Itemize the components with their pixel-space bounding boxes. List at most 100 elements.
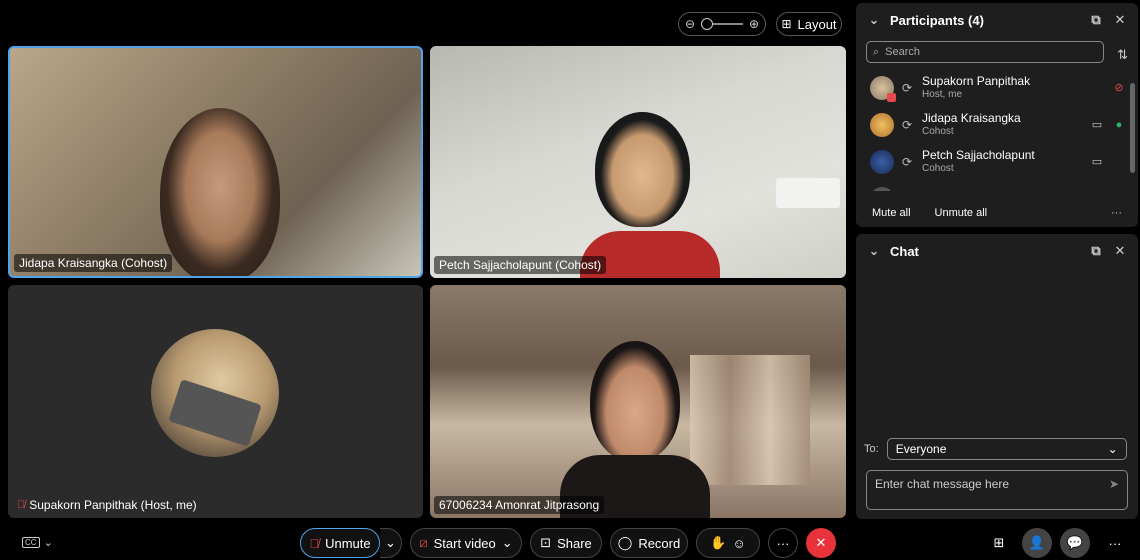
mute-all-button[interactable]: Mute all (872, 207, 911, 219)
participant-role: Cohost (922, 125, 954, 137)
avatar (870, 75, 896, 102)
emoji-reaction-icon[interactable]: ☺ (732, 536, 745, 551)
collapse-chevron-icon[interactable]: ⌄ (866, 12, 882, 28)
close-icon: ✕ (815, 535, 827, 550)
participant-name: Jidapa Kraisangka (Cohost) (19, 256, 168, 270)
name-tag: Petch Sajjacholapunt (Cohost) (434, 256, 607, 274)
scrollbar-thumb[interactable] (1130, 83, 1135, 173)
close-icon[interactable]: ✕ (1112, 12, 1128, 28)
participant-row[interactable] (856, 180, 1138, 191)
share-button[interactable]: ⊡ Share (530, 528, 602, 558)
participant-video (595, 112, 690, 227)
captions-control[interactable]: CC ⌄ (22, 536, 53, 549)
record-button[interactable]: ◯ Record (610, 528, 688, 558)
participant-role: Host, me (922, 88, 963, 100)
chevron-down-icon: ⌄ (1107, 442, 1118, 456)
chevron-down-icon: ⌄ (385, 535, 396, 550)
chat-panel: ⌄ Chat ⧉ ✕ To: Everyone ⌄ Enter chat mes… (856, 234, 1138, 519)
participant-row[interactable]: ⟳ Petch Sajjacholapunt Cohost ▭ (856, 143, 1138, 180)
reactions-group: ✋ ☺ (696, 528, 760, 558)
end-call-button[interactable]: ✕ (806, 528, 836, 558)
recipient-select[interactable]: Everyone ⌄ (886, 438, 1127, 460)
chat-recipient-row: To: Everyone ⌄ (864, 438, 1127, 460)
chat-bubble-icon: 💬 (1066, 535, 1084, 550)
unmute-button[interactable]: 🎙̸ Unmute (300, 528, 380, 558)
zoom-slider[interactable] (701, 18, 743, 30)
chat-message-input[interactable]: Enter chat message here ➤ (866, 470, 1128, 510)
popout-icon[interactable]: ⧉ (1088, 12, 1104, 28)
start-video-button[interactable]: ⧄ Start video ⌄ (410, 528, 522, 558)
participants-button[interactable]: 👤 (1022, 528, 1052, 558)
more-options-icon: ··· (776, 535, 790, 551)
apps-grid-icon: ⊞ (993, 535, 1005, 550)
muted-mic-icon: 🎙̸ (309, 535, 320, 551)
participants-title: Participants (4) (890, 12, 984, 28)
participant-scrollbar[interactable] (1130, 75, 1135, 195)
chevron-down-icon: ⌄ (501, 535, 513, 550)
layout-button[interactable]: ⊞ Layout (776, 12, 842, 36)
participant-name: Petch Sajjacholapunt (Cohost) (439, 258, 602, 272)
zoom-in-icon[interactable]: ⊕ (749, 17, 759, 31)
more-options-button[interactable]: ··· (768, 528, 798, 558)
participant-name: Petch Sajjacholapunt (922, 148, 1035, 163)
participant-row[interactable]: ⟳ Supakorn Panpithak Host, me ⊘ (856, 69, 1138, 106)
more-options-icon[interactable]: ··· (1111, 207, 1122, 219)
search-placeholder: Search (885, 46, 921, 58)
sort-icon[interactable]: ⇅ (1117, 47, 1128, 63)
participants-panel: ⌄ Participants (4) ⧉ ✕ ⌕ Search ⇅ ⟳ Supa… (856, 3, 1138, 227)
zoom-out-icon[interactable]: ⊖ (685, 17, 695, 31)
collapse-chevron-icon[interactable]: ⌄ (866, 243, 882, 259)
layout-label: Layout (797, 16, 837, 32)
name-tag: Jidapa Kraisangka (Cohost) (14, 254, 173, 272)
video-tile-supakorn[interactable]: 🎙̸ Supakorn Panpithak (Host, me) (8, 285, 423, 518)
participant-name: Jidapa Kraisangka (922, 111, 1021, 126)
recipient-value: Everyone (895, 442, 947, 456)
chat-button[interactable]: 💬 (1060, 528, 1090, 558)
participant-actions: Mute all Unmute all ··· (856, 207, 1138, 219)
participant-search-input[interactable]: ⌕ Search (866, 41, 1104, 63)
video-camera-icon[interactable]: ▭ (1090, 155, 1104, 168)
participant-name: 67006234 Amonrat Jitprasong (439, 498, 600, 512)
laptop-shape (168, 379, 262, 447)
to-label: To: (864, 443, 879, 455)
start-video-label: Start video (433, 535, 496, 551)
avatar (870, 149, 894, 174)
sync-icon: ⟳ (902, 117, 913, 132)
video-camera-icon[interactable]: ▭ (1090, 118, 1104, 131)
muted-mic-icon[interactable]: ⊘ (1112, 81, 1126, 94)
name-tag: 🎙̸ Supakorn Panpithak (Host, me) (12, 496, 202, 514)
video-tile-jidapa[interactable]: Jidapa Kraisangka (Cohost) (8, 46, 423, 278)
closed-captions-icon: CC (22, 537, 40, 548)
zoom-slider-knob[interactable] (701, 18, 714, 30)
unmute-all-button[interactable]: Unmute all (935, 207, 988, 219)
muted-mic-icon: 🎙̸ (17, 499, 26, 511)
apps-button[interactable]: ⊞ (984, 528, 1014, 558)
unmute-label: Unmute (325, 535, 371, 551)
participant-list: ⟳ Supakorn Panpithak Host, me ⊘ ⟳ Jidapa … (856, 69, 1138, 191)
search-icon: ⌕ (873, 45, 880, 58)
video-off-icon: ⧄ (419, 535, 428, 550)
popout-icon[interactable]: ⧉ (1088, 243, 1104, 259)
participants-header: ⌄ Participants (4) ⧉ ✕ (856, 3, 1138, 37)
video-tile-amonrat[interactable]: 67006234 Amonrat Jitprasong (430, 285, 846, 518)
participant-name: Supakorn Panpithak (Host, me) (29, 498, 197, 512)
participant-name: Supakorn Panpithak (922, 74, 1031, 89)
sync-icon: ⟳ (902, 80, 913, 95)
grid-icon: ⊞ (781, 17, 792, 31)
avatar-cat-image (151, 329, 279, 457)
send-icon[interactable]: ➤ (1109, 477, 1119, 491)
raise-hand-icon[interactable]: ✋ (710, 535, 726, 551)
share-label: Share (557, 535, 592, 551)
avatar (870, 112, 894, 137)
panel-more-button[interactable]: ··· (1100, 528, 1130, 558)
mic-active-icon[interactable]: ● (1112, 119, 1126, 131)
participant-row[interactable]: ⟳ Jidapa Kraisangka Cohost ▭ ● (856, 106, 1138, 143)
video-tile-petch[interactable]: Petch Sajjacholapunt (Cohost) (430, 46, 846, 278)
record-label: Record (638, 535, 681, 551)
close-icon[interactable]: ✕ (1112, 243, 1128, 259)
sync-icon: ⟳ (902, 154, 913, 169)
share-screen-icon: ⊡ (540, 535, 552, 550)
bottom-toolbar: CC ⌄ 🎙̸ Unmute ⌄ ⧄ Start video ⌄ ⊡ Share … (0, 526, 1140, 560)
zoom-control[interactable]: ⊖ ⊕ (678, 12, 766, 36)
audio-options-dropdown[interactable]: ⌄ (380, 528, 402, 558)
